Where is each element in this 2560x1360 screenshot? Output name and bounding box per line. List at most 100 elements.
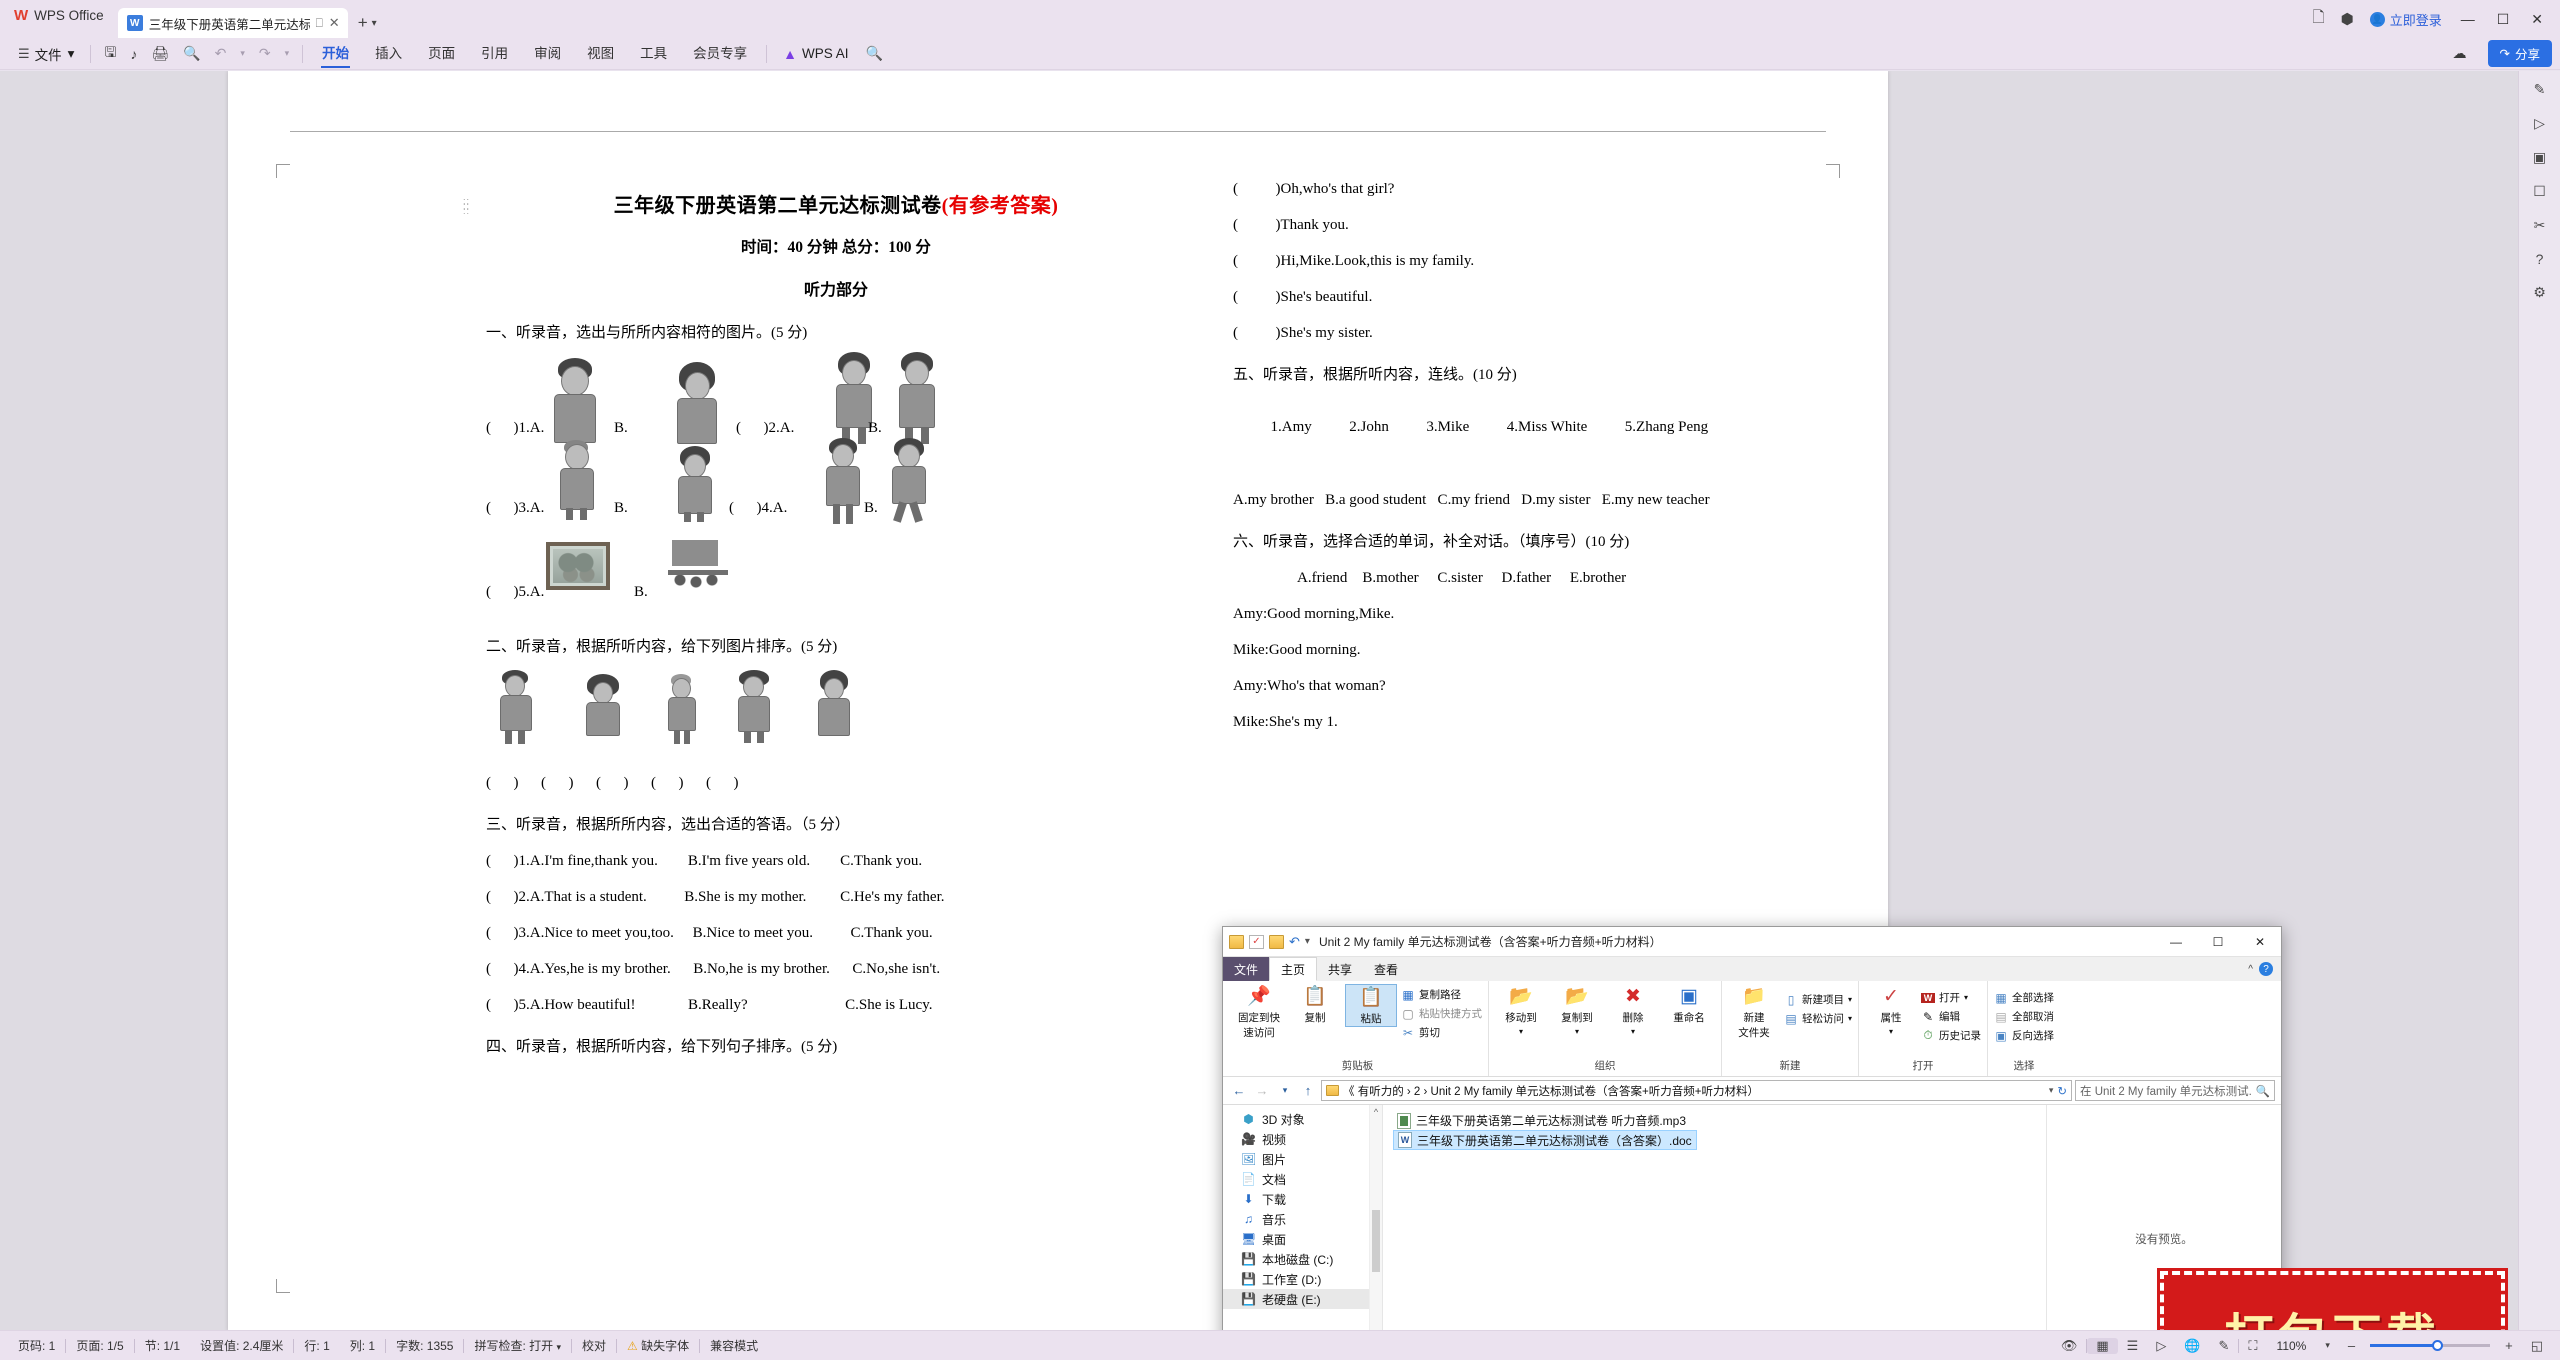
close-icon[interactable]: ✕ <box>329 15 340 31</box>
refresh-icon[interactable]: ↻ <box>2057 1084 2067 1098</box>
quick-access-dropdown-icon[interactable]: ▾ <box>278 48 297 59</box>
explorer-menu-home[interactable]: 主页 <box>1269 957 1318 981</box>
scrollbar-thumb[interactable] <box>1372 1210 1380 1272</box>
chevron-down-icon[interactable]: ▾ <box>1575 1027 1579 1036</box>
zoom-slider[interactable] <box>2364 1340 2496 1351</box>
chevron-down-icon[interactable]: ▾ <box>1519 1027 1523 1036</box>
zoom-level[interactable]: 110% <box>2267 1339 2317 1353</box>
recent-locations-icon[interactable]: ▾ <box>1275 1085 1295 1096</box>
explorer-minimize-button[interactable]: — <box>2155 927 2197 957</box>
invert-selection-button[interactable]: ▣ 反向选择 <box>1994 1028 2054 1043</box>
file-explorer-window[interactable]: ✓ ↶ ▾ Unit 2 My family 单元达标测试卷（含答案+听力音频+… <box>1222 926 2282 1330</box>
tab-page[interactable]: 页面 <box>415 38 468 70</box>
nav-item-music[interactable]: ♫ 音乐 <box>1223 1209 1382 1229</box>
explorer-menu-view[interactable]: 查看 <box>1363 957 1409 981</box>
new-tab-button[interactable]: + ▾ <box>348 8 387 38</box>
undo-icon[interactable]: ↶ <box>208 45 234 62</box>
chevron-down-icon[interactable]: ▾ <box>1631 1027 1635 1036</box>
tab-reference[interactable]: 引用 <box>468 38 521 70</box>
cloud-save-icon[interactable]: ♪ <box>123 46 144 62</box>
zoom-knob[interactable] <box>2432 1340 2444 1351</box>
edit-button[interactable]: ✎ 编辑 <box>1921 1009 1981 1024</box>
backup-icon[interactable]: ⚙ <box>2533 284 2546 301</box>
document-tab[interactable]: W 三年级下册英语第二单元达标 ⎕ ✕ <box>117 8 348 38</box>
collapse-ribbon-icon[interactable]: ^ <box>2248 964 2253 975</box>
chevron-down-icon[interactable]: ▾ <box>372 18 377 29</box>
close-window-button[interactable]: ✕ <box>2528 11 2546 28</box>
easy-access-button[interactable]: ▤ 轻松访问 ▾ <box>1784 1011 1852 1026</box>
read-mode-icon[interactable]: 👁 <box>2052 1338 2087 1354</box>
chevron-down-icon[interactable]: ▾ <box>1889 1027 1893 1036</box>
plus-icon[interactable]: + <box>358 13 368 33</box>
tab-review[interactable]: 审阅 <box>521 38 574 70</box>
explorer-close-button[interactable]: ✕ <box>2239 927 2281 957</box>
windows-copy-icon[interactable]: 🗋 <box>2313 7 2325 32</box>
monitor-icon[interactable]: ⎕ <box>316 16 323 31</box>
back-arrow-icon[interactable]: ← <box>1229 1083 1249 1098</box>
explorer-file-list[interactable]: 三年级下册英语第二单元达标测试卷 听力音频.mp3 三年级下册英语第二单元达标测… <box>1383 1105 2046 1330</box>
search-input[interactable]: 在 Unit 2 My family 单元达标测试... 🔍 <box>2075 1080 2275 1101</box>
help-icon[interactable]: ? <box>2259 962 2273 976</box>
zoom-track[interactable] <box>2370 1340 2491 1351</box>
zoom-in-button[interactable]: + <box>2496 1338 2522 1353</box>
nav-item-local-disk-c[interactable]: 💾 本地磁盘 (C:) <box>1223 1249 1382 1269</box>
copy-path-button[interactable]: ▦ 复制路径 <box>1401 987 1482 1002</box>
search-icon[interactable]: 🔍 <box>859 45 890 62</box>
undo-icon[interactable]: ↶ <box>1289 934 1300 950</box>
rename-button[interactable]: ▣ 重命名 <box>1663 984 1715 1025</box>
select-all-button[interactable]: ▦ 全部选择 <box>1994 990 2054 1005</box>
print-icon[interactable]: 🖨 <box>144 45 176 62</box>
select-none-button[interactable]: ▤ 全部取消 <box>1994 1009 2054 1024</box>
presentation-view-icon[interactable]: ▷ <box>2147 1338 2175 1354</box>
cube-icon[interactable]: ⬢ <box>2341 10 2354 28</box>
help-icon[interactable]: ? <box>2536 251 2544 267</box>
new-item-button[interactable]: ▯ 新建项目 ▾ <box>1784 992 1852 1007</box>
move-to-button[interactable]: 📂 移动到 ▾ <box>1495 984 1547 1036</box>
fullscreen-button[interactable]: ◱ <box>2522 1338 2552 1354</box>
pin-to-quick-access-button[interactable]: 📌 固定到快 速访问 <box>1233 984 1285 1040</box>
fit-page-icon[interactable]: ⛶ <box>2239 1338 2266 1354</box>
properties-icon[interactable]: ✓ <box>1249 934 1264 949</box>
file-list-item[interactable]: 三年级下册英语第二单元达标测试卷（含答案）.doc <box>1393 1130 1697 1150</box>
paste-button[interactable]: 📋 粘贴 <box>1345 984 1397 1027</box>
file-menu-button[interactable]: ☰ 文件 ▾ <box>8 44 84 64</box>
zoom-dropdown-icon[interactable]: ▾ <box>2316 1340 2339 1351</box>
scroll-up-icon[interactable]: ^ <box>1370 1107 1382 1117</box>
properties-button[interactable]: ✓ 属性 ▾ <box>1865 984 1917 1036</box>
tab-start[interactable]: 开始 <box>309 38 362 70</box>
web-layout-icon[interactable]: 🌐 <box>2175 1338 2209 1354</box>
text-recognize-icon[interactable]: ▣ <box>2533 149 2546 166</box>
chevron-down-icon[interactable]: ▾ <box>1848 1014 1852 1023</box>
chevron-down-icon[interactable]: ▾ <box>2049 1085 2054 1096</box>
forward-arrow-icon[interactable]: → <box>1252 1083 1272 1098</box>
explorer-menu-share[interactable]: 共享 <box>1317 957 1363 981</box>
nav-item-disk-d[interactable]: 💾 工作室 (D:) <box>1223 1269 1382 1289</box>
address-input[interactable]: 《 有听力的 › 2 › Unit 2 My family 单元达标测试卷（含答… <box>1321 1080 2072 1101</box>
folder-icon[interactable] <box>1229 934 1244 949</box>
redo-icon[interactable]: ↷ <box>252 45 278 62</box>
share-button[interactable]: ↷ 分享 <box>2487 40 2552 67</box>
undo-dropdown-icon[interactable]: ▾ <box>233 48 252 59</box>
new-folder-button[interactable]: 📁 新建 文件夹 <box>1728 984 1780 1040</box>
nav-item-3d-objects[interactable]: ⬢ 3D 对象 <box>1223 1109 1382 1129</box>
paste-shortcut-button[interactable]: ▢ 粘贴快捷方式 <box>1401 1006 1482 1021</box>
up-arrow-icon[interactable]: ↑ <box>1298 1083 1318 1098</box>
cursor-select-icon[interactable]: ▷ <box>2534 115 2545 132</box>
login-button[interactable]: 👤 立即登录 <box>2369 10 2442 29</box>
chevron-down-icon[interactable]: ▾ <box>1964 993 1968 1002</box>
nav-item-downloads[interactable]: ⬇ 下载 <box>1223 1189 1382 1209</box>
minimize-button[interactable]: — <box>2458 11 2478 27</box>
status-proofread[interactable]: 校对 <box>572 1337 616 1354</box>
paragraph-handle-icon[interactable]: :::::: <box>463 197 473 216</box>
wps-ai-button[interactable]: ▲ WPS AI <box>773 46 858 62</box>
status-missing-font[interactable]: ⚠ 缺失字体 <box>617 1337 699 1354</box>
chevron-down-icon[interactable]: ▾ <box>1848 995 1852 1004</box>
zoom-out-button[interactable]: – <box>2339 1338 2364 1353</box>
copy-button[interactable]: 📋 复制 <box>1289 984 1341 1025</box>
tab-tools[interactable]: 工具 <box>627 38 680 70</box>
delete-button[interactable]: ✖ 删除 ▾ <box>1607 984 1659 1036</box>
save-icon[interactable]: 🖫 <box>97 42 123 66</box>
nav-item-disk-e[interactable]: 💾 老硬盘 (E:) <box>1223 1289 1382 1309</box>
status-spellcheck[interactable]: 拼写检查: 打开 ▾ <box>464 1337 571 1354</box>
nav-item-pictures[interactable]: 🖼 图片 <box>1223 1149 1382 1169</box>
